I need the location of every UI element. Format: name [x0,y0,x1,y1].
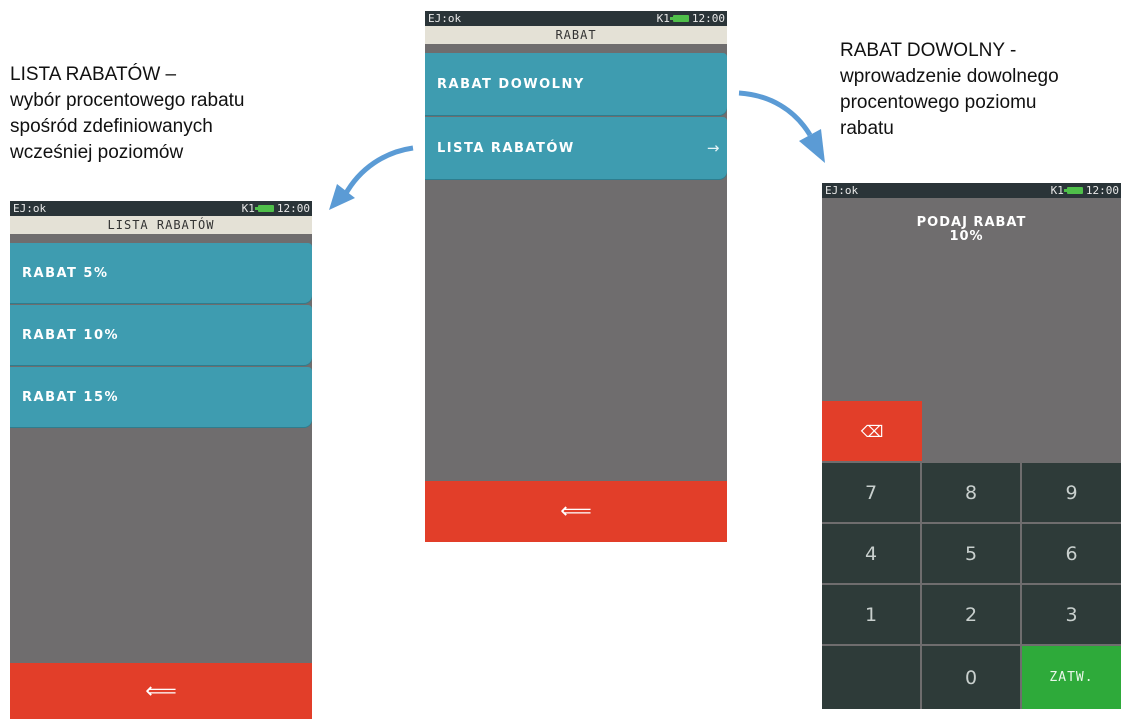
menu-item-rabat-dowolny[interactable]: RABAT DOWOLNY [425,53,727,115]
menu-item-lista-rabatow[interactable]: LISTA RABATÓW → [425,117,727,179]
key-0[interactable]: 0 [922,646,1020,709]
menu-item-rabat-15[interactable]: RABAT 15% [10,367,312,427]
menu-item-rabat-5[interactable]: RABAT 5% [10,243,312,303]
battery-icon [669,15,689,22]
register-indicator: K1 [1050,184,1064,197]
status-bar: EJ:ok K1 12:00 [425,11,727,26]
screen-podaj-rabat: EJ:ok K1 12:00 PODAJ RABAT 10% ⌫ 7 8 9 4… [822,183,1121,709]
caption-rabat-dowolny: RABAT DOWOLNY - wprowadzenie dowolnego p… [840,40,1059,139]
key-6[interactable]: 6 [1022,524,1121,583]
key-7[interactable]: 7 [822,463,920,522]
key-1[interactable]: 1 [822,585,920,644]
key-4[interactable]: 4 [822,524,920,583]
key-5[interactable]: 5 [922,524,1020,583]
flow-arrow-left [329,145,414,210]
clock: 12:00 [276,202,310,215]
menu-item-label: LISTA RABATÓW [437,140,575,156]
menu-item-rabat-10[interactable]: RABAT 10% [10,305,312,365]
clock: 12:00 [1085,184,1119,197]
status-bar: EJ:ok K1 12:00 [822,183,1121,198]
flow-arrow-right [738,90,825,163]
key-8[interactable]: 8 [922,463,1020,522]
prompt-label: PODAJ RABAT [916,215,1027,230]
back-button[interactable]: ⟸ [425,481,727,542]
key-2[interactable]: 2 [922,585,1020,644]
clock: 12:00 [691,12,725,25]
return-arrow-icon: ⟸ [560,499,592,524]
discount-value-display: 10% [949,229,984,244]
key-9[interactable]: 9 [1022,463,1121,522]
screen-lista-rabatow: EJ:ok K1 12:00 LISTA RABATÓW RABAT 5% RA… [10,201,312,719]
menu-item-label: RABAT 5% [22,265,109,281]
battery-icon [1063,187,1083,194]
arrow-right-icon: → [706,139,721,157]
key-3[interactable]: 3 [1022,585,1121,644]
menu-item-label: RABAT DOWOLNY [437,76,585,92]
status-bar: EJ:ok K1 12:00 [10,201,312,216]
menu-item-label: RABAT 10% [22,327,120,343]
back-button[interactable]: ⟸ [10,663,312,719]
backspace-icon: ⌫ [860,421,884,441]
register-indicator: K1 [656,12,670,25]
ej-status: EJ:ok [428,12,462,25]
screen-title: RABAT [425,26,727,44]
menu-item-label: RABAT 15% [22,389,120,405]
caption-lista-rabatow: LISTA RABATÓW – wybór procentowego rabat… [10,64,245,163]
ej-status: EJ:ok [825,184,859,197]
return-arrow-icon: ⟸ [145,678,177,704]
screen-title: LISTA RABATÓW [10,216,312,234]
confirm-button[interactable]: ZATW. [1022,646,1121,709]
key-blank[interactable] [822,646,920,709]
battery-icon [254,205,274,212]
register-indicator: K1 [241,202,255,215]
backspace-button[interactable]: ⌫ [822,401,922,461]
screen-rabat: EJ:ok K1 12:00 RABAT RABAT DOWOLNY LISTA… [425,11,727,542]
ej-status: EJ:ok [13,202,47,215]
